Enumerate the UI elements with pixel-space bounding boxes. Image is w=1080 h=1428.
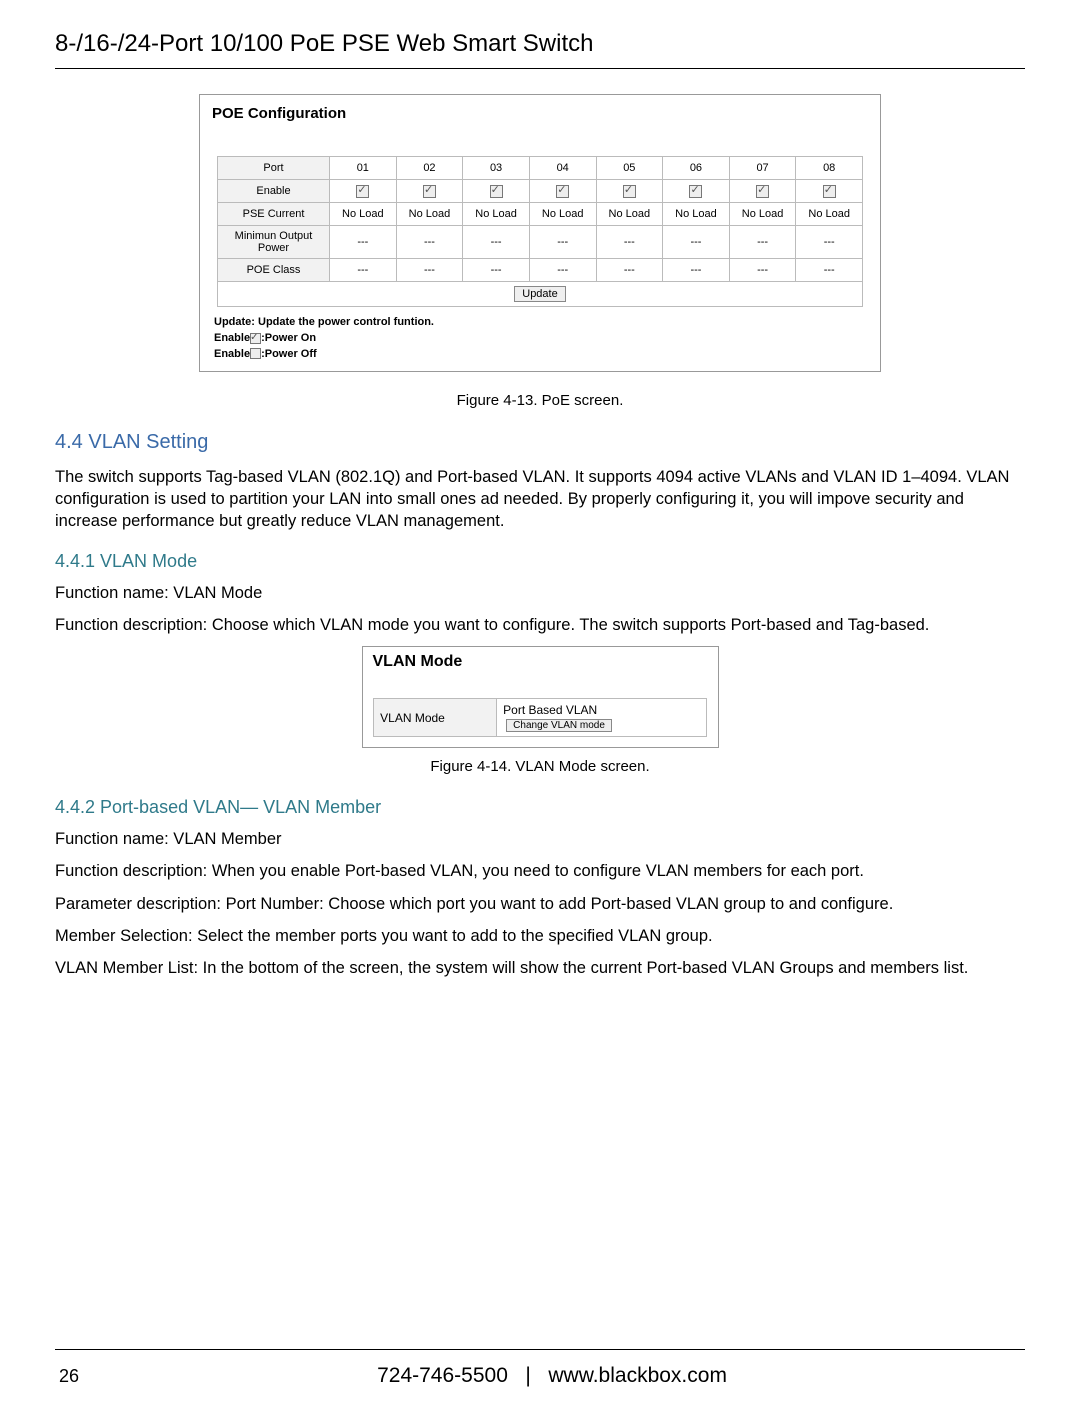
poe-class-cell: --- <box>663 259 730 282</box>
port-header: 05 <box>596 157 663 180</box>
page-footer: 26 724-746-5500 | www.blackbox.com <box>55 1360 1025 1408</box>
enable-checkbox[interactable] <box>490 185 503 198</box>
row-label-min-output: Minimun Output Power <box>218 226 330 259</box>
poe-class-cell: --- <box>729 259 796 282</box>
table-row: VLAN Mode Port Based VLAN Change VLAN mo… <box>374 699 707 737</box>
pse-current-cell: No Load <box>330 203 397 226</box>
table-row: PSE Current No Load No Load No Load No L… <box>218 203 863 226</box>
min-output-cell: --- <box>529 226 596 259</box>
port-header: 04 <box>529 157 596 180</box>
footer-sep: | <box>525 1364 530 1387</box>
vlan-mode-label: VLAN Mode <box>374 699 497 737</box>
enable-checkbox[interactable] <box>356 185 369 198</box>
min-output-cell: --- <box>330 226 397 259</box>
enable-on-suffix: :Power On <box>261 332 316 344</box>
min-output-cell: --- <box>463 226 530 259</box>
table-row: Minimun Output Power --- --- --- --- ---… <box>218 226 863 259</box>
poe-class-cell: --- <box>330 259 397 282</box>
footer-url: www.blackbox.com <box>548 1364 727 1387</box>
row-label-port: Port <box>218 157 330 180</box>
vlan-mode-value-cell: Port Based VLAN Change VLAN mode <box>497 699 707 737</box>
figure-caption-413: Figure 4-13. PoE screen. <box>55 392 1025 409</box>
port-header: 01 <box>330 157 397 180</box>
pse-current-cell: No Load <box>729 203 796 226</box>
pse-current-cell: No Load <box>663 203 730 226</box>
poe-class-cell: --- <box>529 259 596 282</box>
enable-off-suffix: :Power Off <box>261 348 317 360</box>
enable-checkbox[interactable] <box>423 185 436 198</box>
enable-checkbox[interactable] <box>689 185 702 198</box>
update-button[interactable]: Update <box>514 286 565 302</box>
poe-table: Port 01 02 03 04 05 06 07 08 Enable <box>217 156 863 307</box>
table-row: Port 01 02 03 04 05 06 07 08 <box>218 157 863 180</box>
change-vlan-mode-button[interactable]: Change VLAN mode <box>506 719 612 732</box>
pse-current-cell: No Load <box>529 203 596 226</box>
enable-checkbox[interactable] <box>623 185 636 198</box>
section44-body: The switch supports Tag-based VLAN (802.… <box>55 466 1025 533</box>
vlan-mode-panel: VLAN Mode VLAN Mode Port Based VLAN Chan… <box>362 646 719 748</box>
section-heading-442: 4.4.2 Port-based VLAN— VLAN Member <box>55 797 1025 818</box>
min-output-cell: --- <box>796 226 863 259</box>
checkbox-on-icon <box>250 333 261 344</box>
pse-current-cell: No Load <box>796 203 863 226</box>
poe-panel-title: POE Configuration <box>200 95 880 126</box>
vlan-member-fn-desc: Function description: When you enable Po… <box>55 860 1025 882</box>
poe-class-cell: --- <box>596 259 663 282</box>
checkbox-off-icon <box>250 348 261 359</box>
row-label-poe-class: POE Class <box>218 259 330 282</box>
enable-checkbox[interactable] <box>556 185 569 198</box>
table-row: Update <box>218 282 863 307</box>
section-heading-441: 4.4.1 VLAN Mode <box>55 551 1025 572</box>
enable-on-prefix: Enable <box>214 332 250 344</box>
update-note: Update: Update the power control funtion… <box>214 316 434 328</box>
poe-notes: Update: Update the power control funtion… <box>200 311 880 365</box>
page-header-title: 8-/16-/24-Port 10/100 PoE PSE Web Smart … <box>55 30 1025 58</box>
port-header: 08 <box>796 157 863 180</box>
vlan-mode-panel-title: VLAN Mode <box>363 647 718 674</box>
vlan-mode-value: Port Based VLAN <box>503 703 597 717</box>
port-header: 03 <box>463 157 530 180</box>
vlan-member-fn-name: Function name: VLAN Member <box>55 828 1025 850</box>
table-row: POE Class --- --- --- --- --- --- --- --… <box>218 259 863 282</box>
row-label-pse-current: PSE Current <box>218 203 330 226</box>
enable-checkbox[interactable] <box>823 185 836 198</box>
vlan-member-param-desc: Parameter description: Port Number: Choo… <box>55 893 1025 915</box>
vlan-mode-table: VLAN Mode Port Based VLAN Change VLAN mo… <box>373 698 707 737</box>
min-output-cell: --- <box>596 226 663 259</box>
min-output-cell: --- <box>729 226 796 259</box>
pse-current-cell: No Load <box>396 203 463 226</box>
enable-checkbox[interactable] <box>756 185 769 198</box>
poe-class-cell: --- <box>463 259 530 282</box>
vlan-member-list: VLAN Member List: In the bottom of the s… <box>55 957 1025 979</box>
vlan-mode-fn-desc: Function description: Choose which VLAN … <box>55 614 1025 636</box>
min-output-cell: --- <box>396 226 463 259</box>
poe-class-cell: --- <box>796 259 863 282</box>
table-row: Enable <box>218 180 863 203</box>
vlan-member-selection: Member Selection: Select the member port… <box>55 925 1025 947</box>
header-divider <box>55 68 1025 69</box>
footer-divider <box>55 1349 1025 1350</box>
pse-current-cell: No Load <box>463 203 530 226</box>
row-label-enable: Enable <box>218 180 330 203</box>
poe-class-cell: --- <box>396 259 463 282</box>
footer-phone: 724-746-5500 <box>377 1364 508 1387</box>
pse-current-cell: No Load <box>596 203 663 226</box>
section-heading-44: 4.4 VLAN Setting <box>55 431 1025 454</box>
enable-off-prefix: Enable <box>214 348 250 360</box>
poe-configuration-panel: POE Configuration Port 01 02 03 04 05 06… <box>199 94 881 372</box>
page-number: 26 <box>59 1366 79 1387</box>
min-output-cell: --- <box>663 226 730 259</box>
port-header: 06 <box>663 157 730 180</box>
vlan-mode-fn-name: Function name: VLAN Mode <box>55 582 1025 604</box>
figure-caption-414: Figure 4-14. VLAN Mode screen. <box>55 758 1025 775</box>
port-header: 07 <box>729 157 796 180</box>
port-header: 02 <box>396 157 463 180</box>
